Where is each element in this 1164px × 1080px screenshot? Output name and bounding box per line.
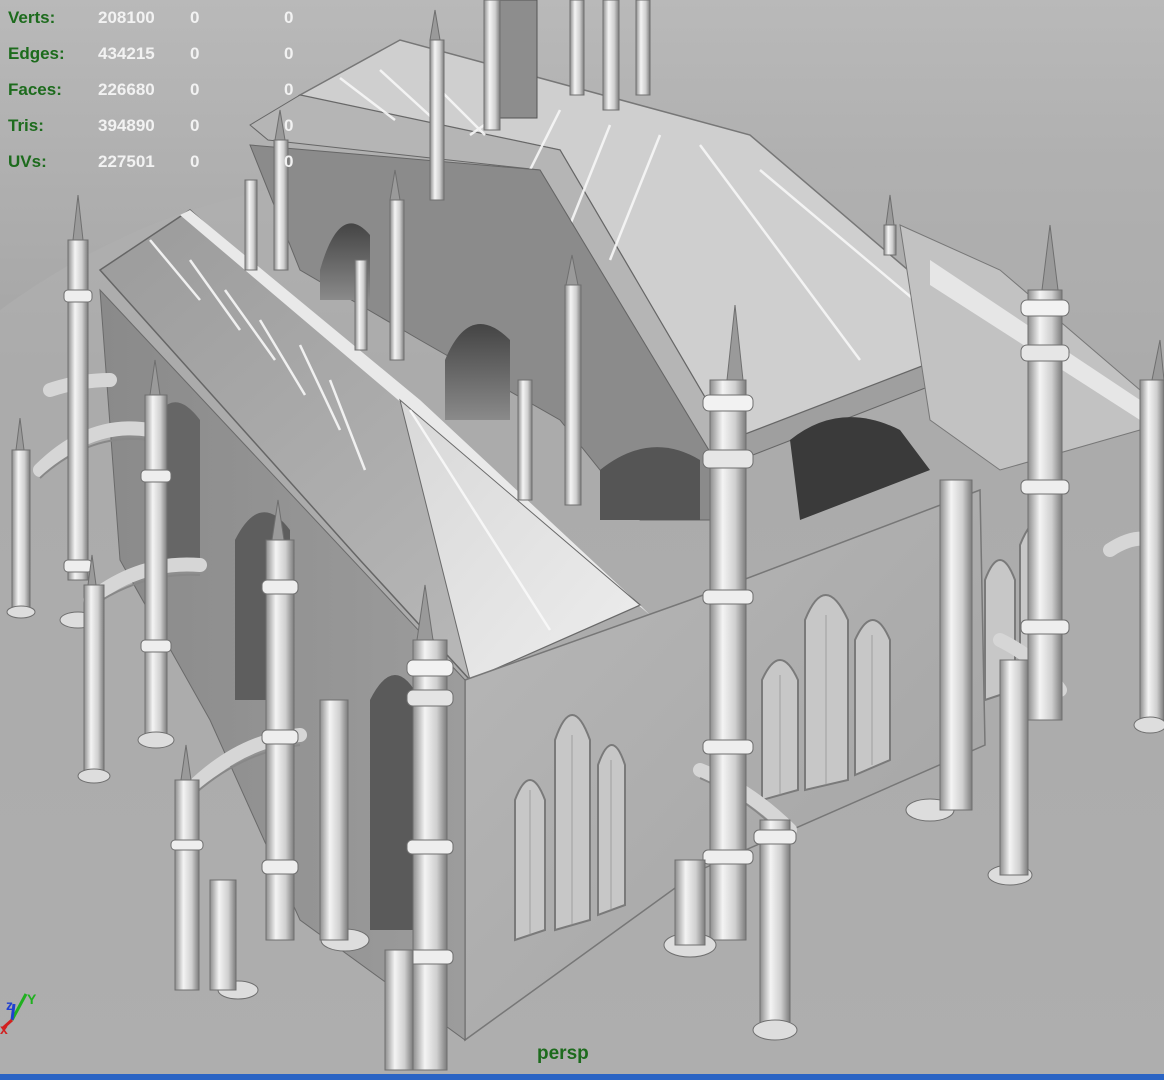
axis-y-label: Y	[27, 991, 37, 1007]
hud-label: Faces:	[8, 80, 62, 99]
hud-selected: 0	[190, 80, 200, 99]
hud-selected: 0	[190, 116, 200, 135]
hud-value: 227501	[98, 152, 155, 171]
hud-selected: 0	[190, 152, 200, 171]
hud-row-edges: Edges: 434215 0 0	[8, 36, 378, 72]
hud-label: Tris:	[8, 116, 44, 135]
hud-selected: 0	[190, 44, 200, 63]
hud-value: 394890	[98, 116, 155, 135]
camera-name-label: persp	[537, 1043, 589, 1064]
hud-selected: 0	[190, 8, 200, 27]
hud-selected-2: 0	[284, 116, 294, 135]
axis-x-label: x	[0, 1021, 8, 1037]
hud-selected-2: 0	[284, 44, 294, 63]
axis-gizmo-icon: Y z x	[0, 991, 37, 1037]
hud-selected-2: 0	[284, 8, 294, 27]
hud-row-verts: Verts: 208100 0 0	[8, 0, 378, 36]
hud-selected-2: 0	[284, 80, 294, 99]
hud-label: UVs:	[8, 152, 47, 171]
viewport-bottom-border	[0, 1074, 1164, 1080]
hud-label: Edges:	[8, 44, 65, 63]
hud-row-faces: Faces: 226680 0 0	[8, 72, 378, 108]
hud-row-tris: Tris: 394890 0 0	[8, 108, 378, 144]
hud-selected-2: 0	[284, 152, 294, 171]
hud-value: 208100	[98, 8, 155, 27]
poly-count-hud: Verts: 208100 0 0 Edges: 434215 0 0 Face…	[8, 0, 378, 180]
hud-row-uvs: UVs: 227501 0 0	[8, 144, 378, 180]
hud-label: Verts:	[8, 8, 56, 27]
hud-value: 434215	[98, 44, 155, 63]
hud-value: 226680	[98, 80, 155, 99]
axis-z-label: z	[6, 997, 13, 1013]
perspective-viewport[interactable]: Verts: 208100 0 0 Edges: 434215 0 0 Face…	[0, 0, 1164, 1080]
